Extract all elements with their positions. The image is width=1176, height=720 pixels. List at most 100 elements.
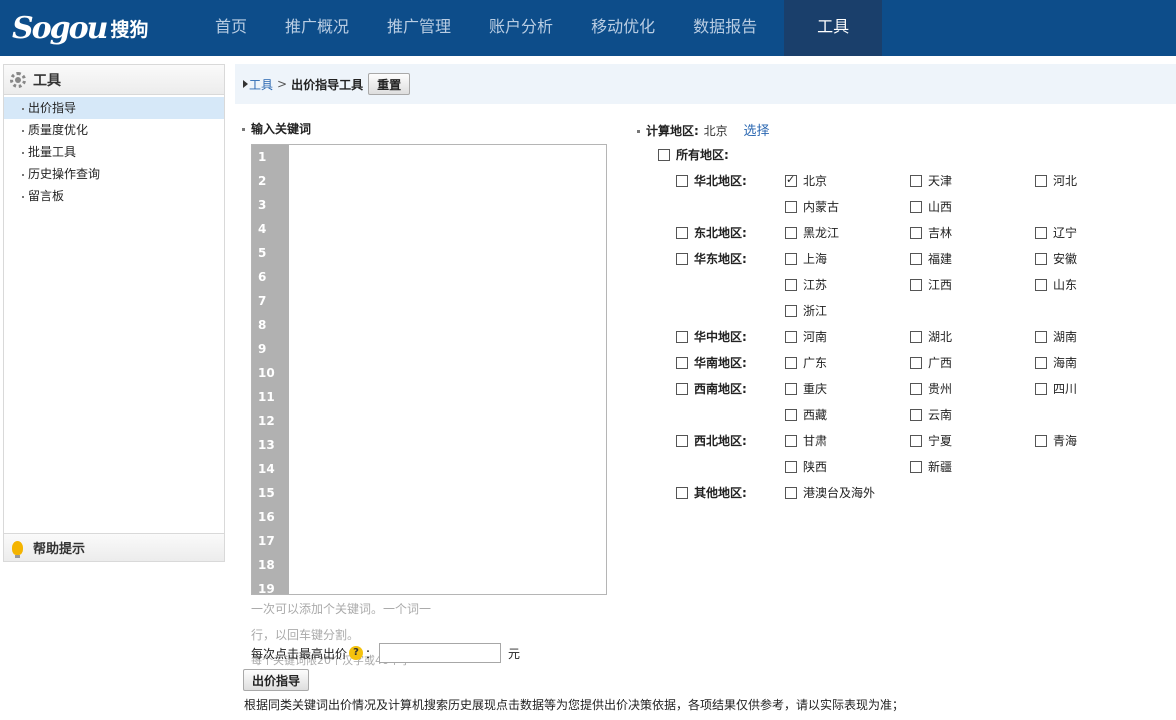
region-group[interactable]: 其他地区:	[676, 484, 747, 501]
province-checkbox[interactable]	[910, 226, 922, 239]
province-checkbox[interactable]	[910, 174, 922, 187]
province-option[interactable]: 江西	[910, 276, 952, 293]
region-group[interactable]: 西北地区:	[676, 432, 747, 449]
province-option[interactable]: 江苏	[785, 276, 827, 293]
province-option[interactable]: 海南	[1035, 354, 1077, 371]
region-group[interactable]: 华南地区:	[676, 354, 747, 371]
sidebar-item-quality[interactable]: 质量度优化	[4, 119, 224, 141]
province-option[interactable]: 上海	[785, 250, 827, 267]
province-checkbox[interactable]	[785, 330, 797, 343]
province-checkbox[interactable]	[1035, 330, 1047, 343]
province-checkbox[interactable]	[1035, 434, 1047, 447]
province-checkbox[interactable]	[785, 408, 797, 421]
province-checkbox[interactable]	[910, 434, 922, 447]
province-checkbox[interactable]	[1035, 356, 1047, 369]
province-option[interactable]: 贵州	[910, 380, 952, 397]
all-regions-option[interactable]: 所有地区:	[658, 146, 729, 163]
province-checkbox[interactable]	[910, 408, 922, 421]
region-group-checkbox[interactable]	[676, 486, 688, 499]
province-checkbox[interactable]	[910, 330, 922, 343]
province-option[interactable]: 湖北	[910, 328, 952, 345]
region-group[interactable]: 西南地区:	[676, 380, 747, 397]
region-group-checkbox[interactable]	[676, 226, 688, 239]
sogou-logo[interactable]: Sogou 搜狗	[12, 8, 149, 48]
nav-mobile[interactable]: 移动优化	[572, 0, 674, 56]
province-checkbox[interactable]	[785, 252, 797, 265]
province-checkbox[interactable]	[785, 226, 797, 239]
province-option[interactable]: 广西	[910, 354, 952, 371]
all-regions-checkbox[interactable]	[658, 148, 670, 161]
province-option[interactable]: 四川	[1035, 380, 1077, 397]
province-option[interactable]: 陕西	[785, 458, 827, 475]
province-checkbox[interactable]	[910, 382, 922, 395]
region-group-checkbox[interactable]	[676, 434, 688, 447]
province-checkbox[interactable]	[785, 434, 797, 447]
province-option[interactable]: 西藏	[785, 406, 827, 423]
region-group[interactable]: 东北地区:	[676, 224, 747, 241]
region-group-checkbox[interactable]	[676, 382, 688, 395]
province-checkbox[interactable]	[1035, 226, 1047, 239]
region-group[interactable]: 华北地区:	[676, 172, 747, 189]
nav-account-analysis[interactable]: 账户分析	[470, 0, 572, 56]
province-checkbox[interactable]	[785, 200, 797, 213]
province-checkbox[interactable]	[1035, 382, 1047, 395]
province-option[interactable]: 浙江	[785, 302, 827, 319]
province-option[interactable]: 山东	[1035, 276, 1077, 293]
province-checkbox[interactable]	[785, 486, 797, 499]
province-option[interactable]: 河南	[785, 328, 827, 345]
province-checkbox[interactable]	[785, 460, 797, 473]
sidebar-item-bid-guide[interactable]: 出价指导	[4, 97, 224, 119]
province-option[interactable]: 山西	[910, 198, 952, 215]
help-question-icon[interactable]: ?	[349, 646, 364, 660]
province-option[interactable]: 甘肃	[785, 432, 827, 449]
region-group-checkbox[interactable]	[676, 330, 688, 343]
province-option[interactable]: 青海	[1035, 432, 1077, 449]
province-option[interactable]: 福建	[910, 250, 952, 267]
province-option[interactable]: 新疆	[910, 458, 952, 475]
province-checkbox[interactable]	[785, 278, 797, 291]
region-group[interactable]: 华中地区:	[676, 328, 747, 345]
province-option[interactable]: 安徽	[1035, 250, 1077, 267]
province-option[interactable]: 宁夏	[910, 432, 952, 449]
region-group-checkbox[interactable]	[676, 174, 688, 187]
province-checkbox[interactable]	[1035, 252, 1047, 265]
province-checkbox[interactable]	[785, 304, 797, 317]
breadcrumb-tools-link[interactable]: 工具	[249, 76, 273, 93]
nav-tools[interactable]: 工具	[784, 0, 883, 56]
nav-management[interactable]: 推广管理	[368, 0, 470, 56]
province-checkbox[interactable]	[1035, 174, 1047, 187]
province-checkbox[interactable]	[910, 252, 922, 265]
nav-reports[interactable]: 数据报告	[674, 0, 776, 56]
province-option[interactable]: 云南	[910, 406, 952, 423]
province-checkbox[interactable]	[910, 356, 922, 369]
nav-overview[interactable]: 推广概况	[266, 0, 368, 56]
province-option[interactable]: 辽宁	[1035, 224, 1077, 241]
province-option[interactable]: 广东	[785, 354, 827, 371]
sidebar-item-batch[interactable]: 批量工具	[4, 141, 224, 163]
region-group-checkbox[interactable]	[676, 356, 688, 369]
max-bid-input[interactable]	[379, 643, 502, 663]
province-checkbox[interactable]	[910, 200, 922, 213]
bid-guide-button[interactable]: 出价指导	[243, 669, 310, 691]
province-option[interactable]: 湖南	[1035, 328, 1077, 345]
province-option[interactable]: 港澳台及海外	[785, 484, 875, 501]
province-checkbox[interactable]	[785, 382, 797, 395]
region-select-link[interactable]: 选择	[743, 124, 769, 139]
province-option[interactable]: 北京	[785, 172, 827, 189]
province-option[interactable]: 河北	[1035, 172, 1077, 189]
nav-home[interactable]: 首页	[196, 0, 266, 56]
reset-button[interactable]: 重置	[368, 73, 411, 95]
province-option[interactable]: 黑龙江	[785, 224, 839, 241]
region-group-checkbox[interactable]	[676, 252, 688, 265]
region-group[interactable]: 华东地区:	[676, 250, 747, 267]
province-checkbox[interactable]	[785, 173, 797, 187]
province-checkbox[interactable]	[910, 460, 922, 473]
province-option[interactable]: 天津	[910, 172, 952, 189]
province-checkbox[interactable]	[1035, 278, 1047, 291]
province-option[interactable]: 吉林	[910, 224, 952, 241]
help-panel-header[interactable]: 帮助提示	[4, 533, 224, 561]
province-checkbox[interactable]	[785, 356, 797, 369]
province-option[interactable]: 内蒙古	[785, 198, 839, 215]
province-option[interactable]: 重庆	[785, 380, 827, 397]
province-checkbox[interactable]	[910, 278, 922, 291]
